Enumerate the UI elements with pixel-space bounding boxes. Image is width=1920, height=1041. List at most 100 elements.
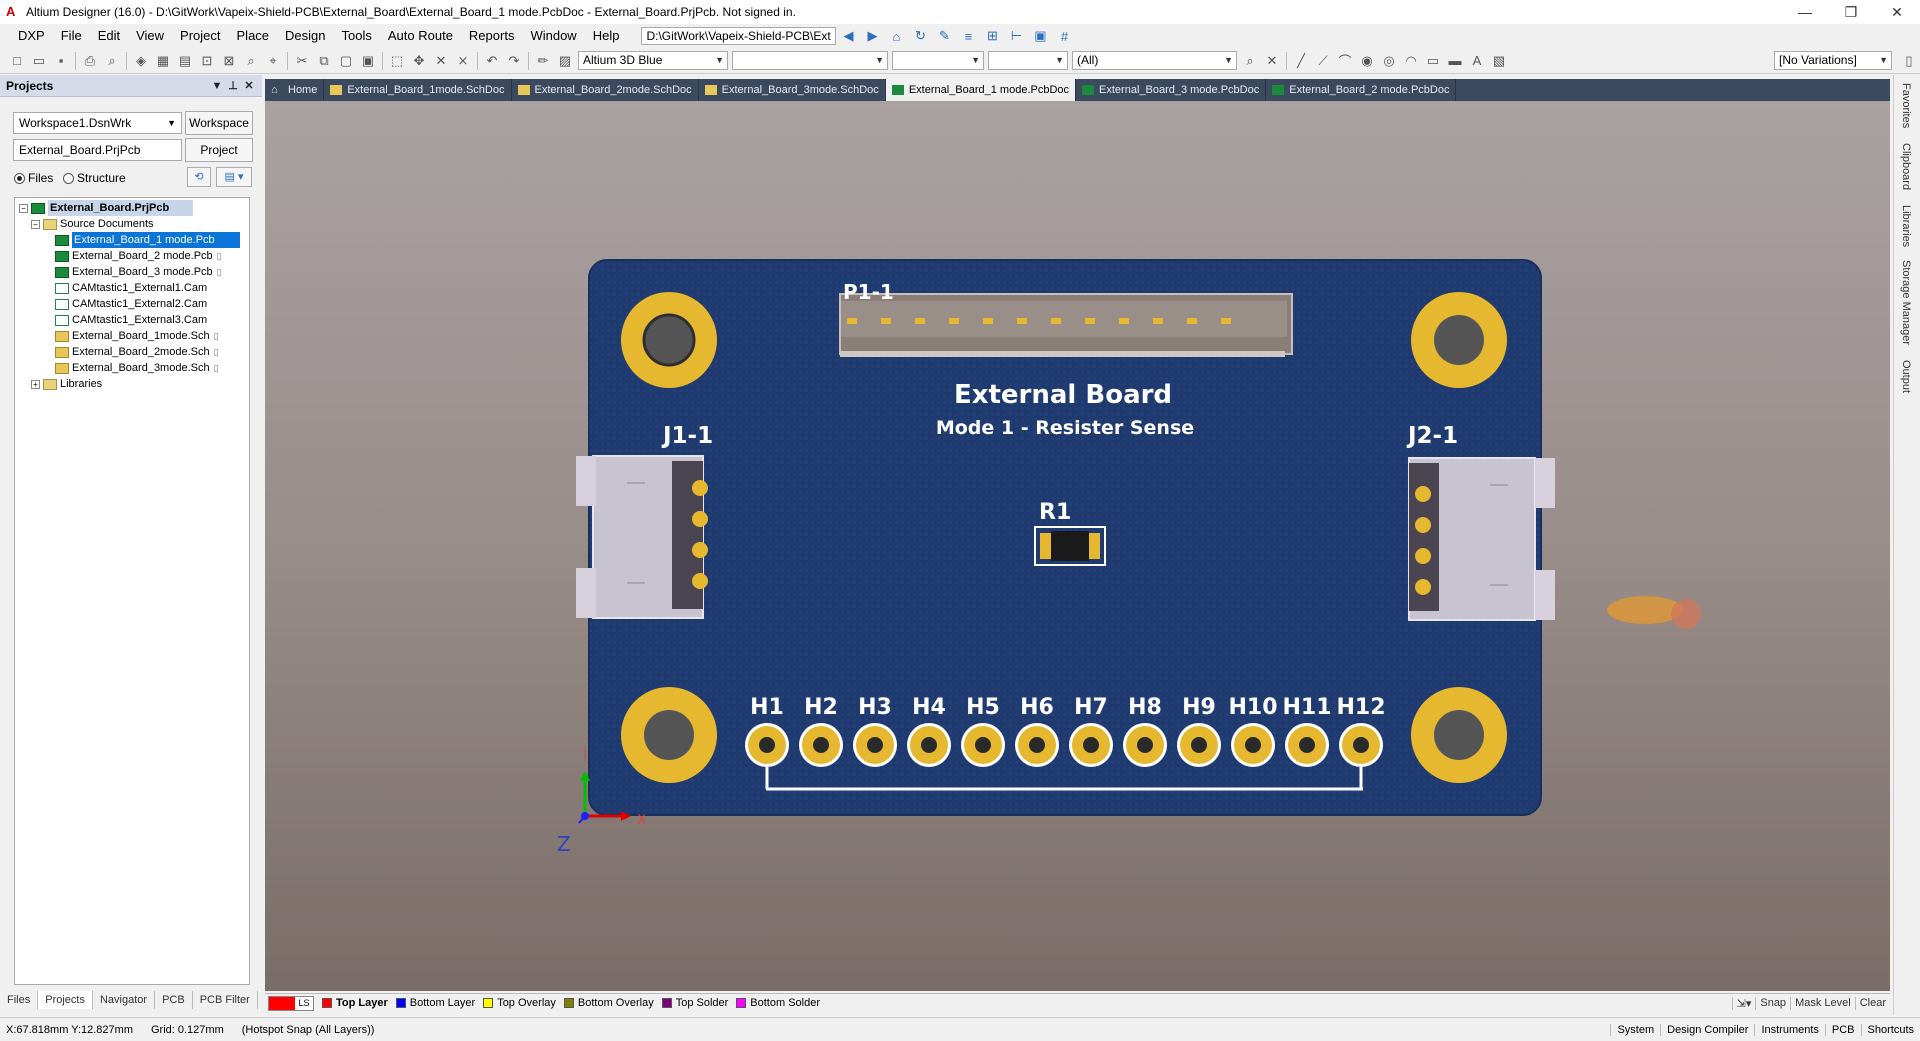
tree-project-row[interactable]: − External_Board.PrjPcb (19, 200, 194, 216)
room-tool-icon[interactable]: ▣ (1030, 27, 1050, 45)
zoom-fit-icon[interactable]: ⊡ (196, 51, 218, 71)
tree-doc-row[interactable]: External_Board_3 mode.Pcb ▯ (55, 264, 222, 280)
h-pad[interactable] (1177, 723, 1221, 767)
h-pad[interactable] (1339, 723, 1383, 767)
pad-icon[interactable]: ◎ (1378, 51, 1400, 71)
via-icon[interactable]: ◉ (1356, 51, 1378, 71)
save-icon[interactable]: ▪ (50, 51, 72, 71)
pcb-3d-canvas[interactable]: P1-1 External Board Mode 1 - Resister Se… (265, 101, 1890, 991)
current-layer-swatch[interactable]: LS (268, 995, 314, 1011)
h-pad[interactable] (907, 723, 951, 767)
restore-button[interactable]: ❐ (1828, 0, 1874, 24)
interactive-route-icon[interactable]: ⟋ (1312, 51, 1334, 71)
variations-icon[interactable]: ▯ (1898, 51, 1920, 71)
collapse-icon[interactable]: − (19, 203, 28, 213)
doc-tab[interactable]: External_Board_3 mode.PcbDoc (1076, 79, 1267, 101)
view-config-icon[interactable]: ▨ (554, 51, 576, 71)
move-icon[interactable]: ✥ (408, 51, 430, 71)
copy-icon[interactable]: ⧉ (313, 51, 335, 71)
forward-icon[interactable]: ▶ (862, 27, 882, 45)
redo-icon[interactable]: ↷ (503, 51, 525, 71)
tree-doc-row[interactable]: External_Board_1mode.Sch ▯ (55, 328, 219, 344)
mask-level-button[interactable]: Mask Level (1790, 996, 1855, 1010)
crosshair-icon[interactable]: ✏ (532, 51, 554, 71)
print-icon[interactable]: ⎙ (79, 51, 101, 71)
new-icon[interactable]: □ (6, 51, 28, 71)
rubber-stamp-icon[interactable]: ▣ (357, 51, 379, 71)
rail-tab-output[interactable]: Output (1900, 360, 1912, 393)
arc-edge-icon[interactable]: ◠ (1400, 51, 1422, 71)
cut-icon[interactable]: ✂ (291, 51, 313, 71)
minimize-button[interactable]: — (1782, 0, 1828, 24)
doc-tab[interactable]: External_Board_1mode.SchDoc (324, 79, 512, 101)
layer-tab-bottom-solder[interactable]: Bottom Solder (736, 997, 820, 1009)
zoom-icon[interactable]: ⌕ (240, 51, 262, 71)
refresh-icon[interactable]: ↻ (910, 27, 930, 45)
p1-header-connector[interactable] (839, 293, 1293, 357)
tree-doc-row[interactable]: CAMtastic1_External2.Cam (55, 296, 207, 312)
variant-dropdown[interactable]: ▼ (732, 51, 888, 70)
snap-button[interactable]: Snap (1755, 996, 1790, 1010)
menu-help[interactable]: Help (585, 24, 628, 48)
rail-tab-storage-manager[interactable]: Storage Manager (1900, 260, 1912, 345)
rail-tab-libraries[interactable]: Libraries (1900, 205, 1912, 247)
menu-tools[interactable]: Tools (334, 24, 380, 48)
tree-doc-row[interactable]: External_Board_1 mode.Pcb ▯ (55, 232, 249, 248)
project-options-icon[interactable]: ▤ ▾ (216, 167, 252, 187)
radio-structure[interactable]: Structure (63, 171, 126, 185)
collapse-icon[interactable]: − (31, 219, 40, 229)
radio-files[interactable]: Files (14, 171, 53, 185)
polygon-icon[interactable]: ▬ (1444, 51, 1466, 71)
panel-menu-icon[interactable]: ▼ (210, 80, 224, 92)
undo-icon[interactable]: ↶ (481, 51, 503, 71)
rail-tab-favorites[interactable]: Favorites (1900, 83, 1912, 128)
tree-doc-row[interactable]: External_Board_3mode.Sch ▯ (55, 360, 219, 376)
doc-tab[interactable]: External_Board_3mode.SchDoc (699, 79, 886, 101)
layer-tab-bottom-overlay[interactable]: Bottom Overlay (563, 997, 654, 1009)
h-pad[interactable] (1015, 723, 1059, 767)
back-icon[interactable]: ◀ (838, 27, 858, 45)
layer-set-button[interactable]: LS (295, 996, 313, 1010)
layer-tab-top-layer[interactable]: Top Layer (322, 997, 388, 1009)
open-icon[interactable]: ▭ (28, 51, 50, 71)
doc-tab-active[interactable]: External_Board_1 mode.PcbDoc (885, 79, 1077, 101)
project-button[interactable]: Project (185, 138, 253, 162)
menu-design[interactable]: Design (277, 24, 333, 48)
menu-edit[interactable]: Edit (90, 24, 128, 48)
workspace-dropdown[interactable]: Workspace1.DsnWrk ▼ (13, 112, 182, 134)
menu-project[interactable]: Project (172, 24, 228, 48)
h-pad[interactable] (745, 723, 789, 767)
text-icon[interactable]: A (1466, 51, 1488, 71)
mounting-hole[interactable] (621, 292, 717, 388)
menu-file[interactable]: File (53, 24, 90, 48)
menu-window[interactable]: Window (522, 24, 584, 48)
align-tool-icon[interactable]: ≡ (958, 27, 978, 45)
layer-tab-top-overlay[interactable]: Top Overlay (483, 997, 556, 1009)
h-pad[interactable] (961, 723, 1005, 767)
menu-place[interactable]: Place (229, 24, 278, 48)
menu-auto-route[interactable]: Auto Route (380, 24, 461, 48)
arc-icon[interactable]: ⌒ (1334, 51, 1356, 71)
tree-doc-row[interactable]: CAMtastic1_External1.Cam (55, 280, 207, 296)
mounting-hole[interactable] (1411, 292, 1507, 388)
menu-reports[interactable]: Reports (461, 24, 523, 48)
component-tool-icon[interactable]: ⊞ (982, 27, 1002, 45)
h-pad[interactable] (1123, 723, 1167, 767)
route-tool-icon[interactable]: ✎ (934, 27, 954, 45)
workspace-button[interactable]: Workspace (185, 111, 253, 135)
tree-folder-libraries[interactable]: + Libraries (31, 376, 102, 392)
board-icon[interactable]: ▦ (152, 51, 174, 71)
paste-icon[interactable]: ▢ (335, 51, 357, 71)
expand-icon[interactable]: + (31, 379, 40, 389)
j2-connector[interactable] (1408, 457, 1555, 621)
track-icon[interactable]: ╱ (1290, 51, 1312, 71)
clear-filter-icon[interactable]: ⨯ (452, 51, 474, 71)
home-icon[interactable]: ⌂ (886, 27, 906, 45)
tab-pcb[interactable]: PCB (155, 991, 193, 1009)
doc-tab-home[interactable]: ⌂ Home (265, 79, 325, 101)
component-icon[interactable]: ▧ (1488, 51, 1510, 71)
rail-tab-clipboard[interactable]: Clipboard (1900, 143, 1912, 190)
doc-tab[interactable]: External_Board_2mode.SchDoc (512, 79, 699, 101)
h-pad[interactable] (853, 723, 897, 767)
close-icon[interactable]: ✕ (242, 79, 256, 92)
